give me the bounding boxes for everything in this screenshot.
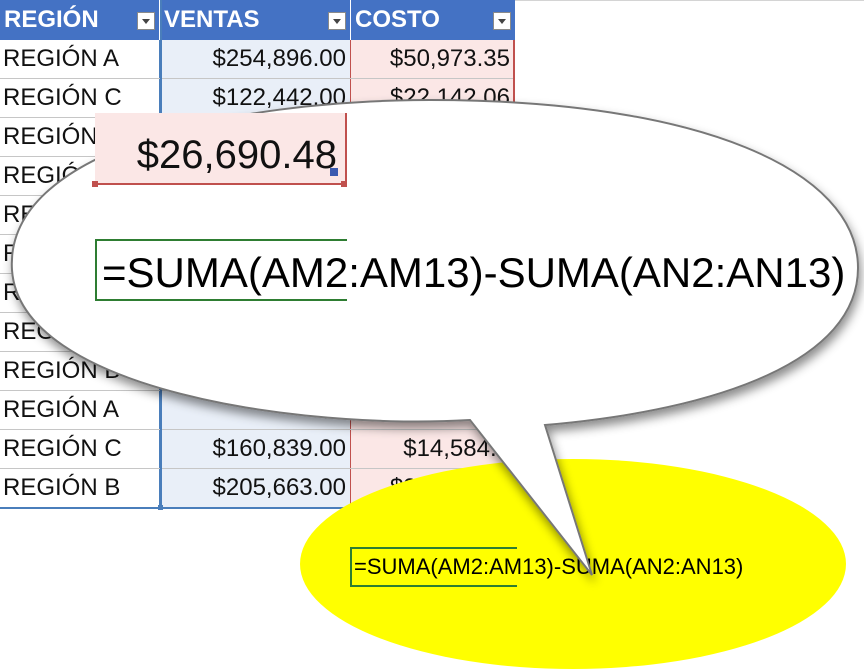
range-handle (92, 181, 98, 187)
zoomed-costo-cell: $26,690.48 (95, 113, 347, 185)
range-handle (341, 181, 347, 187)
zoomed-formula-text: =SUMA(AM2:AM13)-SUMA(AN2:AN13) (102, 249, 846, 296)
zoomed-value: $26,690.48 (136, 133, 337, 177)
fill-handle-icon (330, 168, 338, 176)
